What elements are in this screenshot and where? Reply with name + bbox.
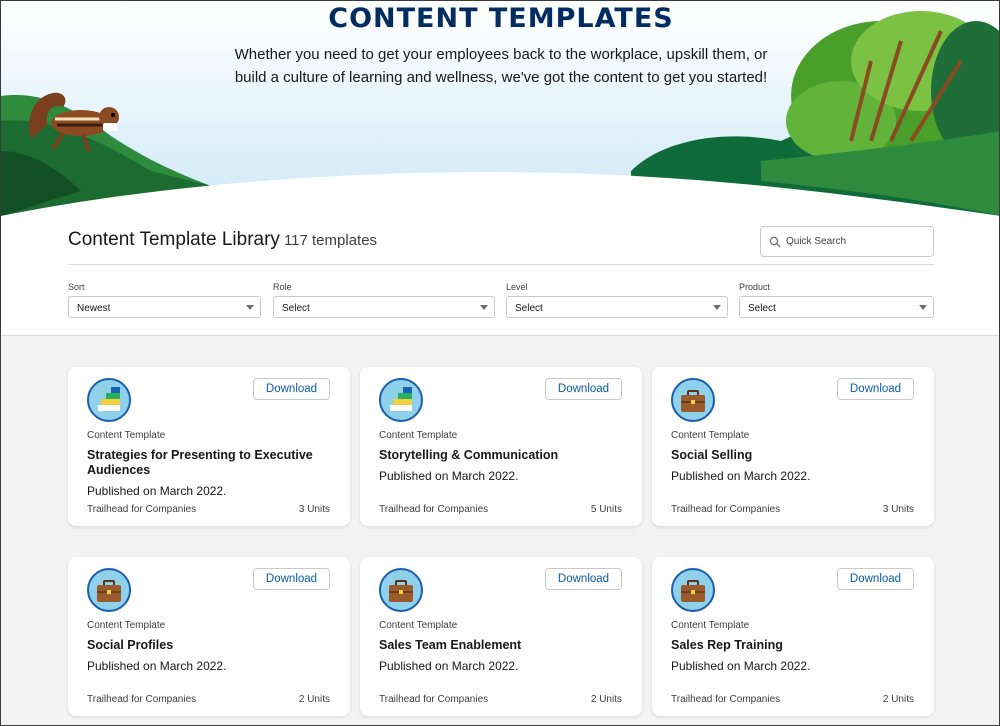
briefcase-icon [87,568,131,612]
briefcase-icon [671,378,715,422]
sort-filter: Sort Newest [68,282,261,318]
chevron-down-icon [480,305,488,310]
quick-search-box[interactable] [760,226,934,257]
level-select[interactable]: Select [506,296,728,318]
quick-search-input[interactable] [786,236,926,247]
card-units: 3 Units [882,504,914,515]
card-published: Published on March 2022. [379,469,519,483]
download-button[interactable]: Download [545,378,622,400]
stairs-icon [87,378,131,422]
card-type: Content Template [671,430,750,441]
download-button[interactable]: Download [253,378,330,400]
card-units: 2 Units [882,694,914,705]
card-published: Published on March 2022. [671,469,811,483]
level-label: Level [506,282,528,292]
template-card[interactable]: Download Content Template Storytelling &… [360,367,642,526]
hero-subtitle: Whether you need to get your employees b… [234,46,768,86]
card-published: Published on March 2022. [87,659,227,673]
sort-label: Sort [68,282,85,292]
level-value: Select [515,303,543,314]
card-title[interactable]: Sales Team Enablement [379,638,619,653]
card-org: Trailhead for Companies [671,694,781,705]
chevron-down-icon [919,305,927,310]
card-units: 5 Units [590,504,622,515]
card-units: 2 Units [298,694,330,705]
card-type: Content Template [379,430,458,441]
card-org: Trailhead for Companies [671,504,781,515]
card-title[interactable]: Sales Rep Training [671,638,911,653]
sort-select[interactable]: Newest [68,296,261,318]
card-org: Trailhead for Companies [379,694,489,705]
card-title[interactable]: Social Profiles [87,638,327,653]
template-card[interactable]: Download Content Template Social Profile… [68,557,350,716]
product-label: Product [739,282,771,292]
product-select[interactable]: Select [739,296,934,318]
chevron-down-icon [246,305,254,310]
template-card[interactable]: Download Content Template Strategies for… [68,367,350,526]
library-title: Content Template Library [68,229,280,250]
download-button[interactable]: Download [837,568,914,590]
download-button[interactable]: Download [545,568,622,590]
download-button[interactable]: Download [253,568,330,590]
card-published: Published on March 2022. [671,659,811,673]
card-org: Trailhead for Companies [87,504,197,515]
role-filter: Role Select [273,282,495,318]
card-published: Published on March 2022. [87,484,227,498]
hero-banner: CONTENT TEMPLATES Whether you need to ge… [1,1,999,336]
level-filter: Level Select [506,282,728,318]
card-title[interactable]: Social Selling [671,448,911,463]
product-filter: Product Select [739,282,934,318]
card-title[interactable]: Storytelling & Communication [379,448,619,463]
library-heading: Content Template Library 117 templates [68,229,377,251]
role-select[interactable]: Select [273,296,495,318]
section-divider [1,335,999,336]
template-card[interactable]: Download Content Template Sales Rep Trai… [652,557,934,716]
template-card[interactable]: Download Content Template Social Selling… [652,367,934,526]
role-label: Role [273,282,292,292]
chevron-down-icon [713,305,721,310]
hero-title: CONTENT TEMPLATES [328,3,674,34]
chipmunk-icon [29,92,119,152]
card-units: 3 Units [298,504,330,515]
page: CONTENT TEMPLATES Whether you need to ge… [0,0,1000,726]
search-icon [769,236,781,247]
card-type: Content Template [379,620,458,631]
card-type: Content Template [671,620,750,631]
sort-value: Newest [77,303,111,314]
role-value: Select [282,303,310,314]
header-divider [68,264,934,265]
card-org: Trailhead for Companies [379,504,489,515]
briefcase-icon [379,568,423,612]
briefcase-icon [671,568,715,612]
template-count: 117 templates [283,232,378,249]
card-title[interactable]: Strategies for Presenting to Executive A… [87,448,327,478]
card-published: Published on March 2022. [379,659,519,673]
card-type: Content Template [87,620,166,631]
card-units: 2 Units [590,694,622,705]
download-button[interactable]: Download [837,378,914,400]
product-value: Select [748,303,776,314]
card-type: Content Template [87,430,166,441]
card-org: Trailhead for Companies [87,694,197,705]
stairs-icon [379,378,423,422]
template-card[interactable]: Download Content Template Sales Team Ena… [360,557,642,716]
